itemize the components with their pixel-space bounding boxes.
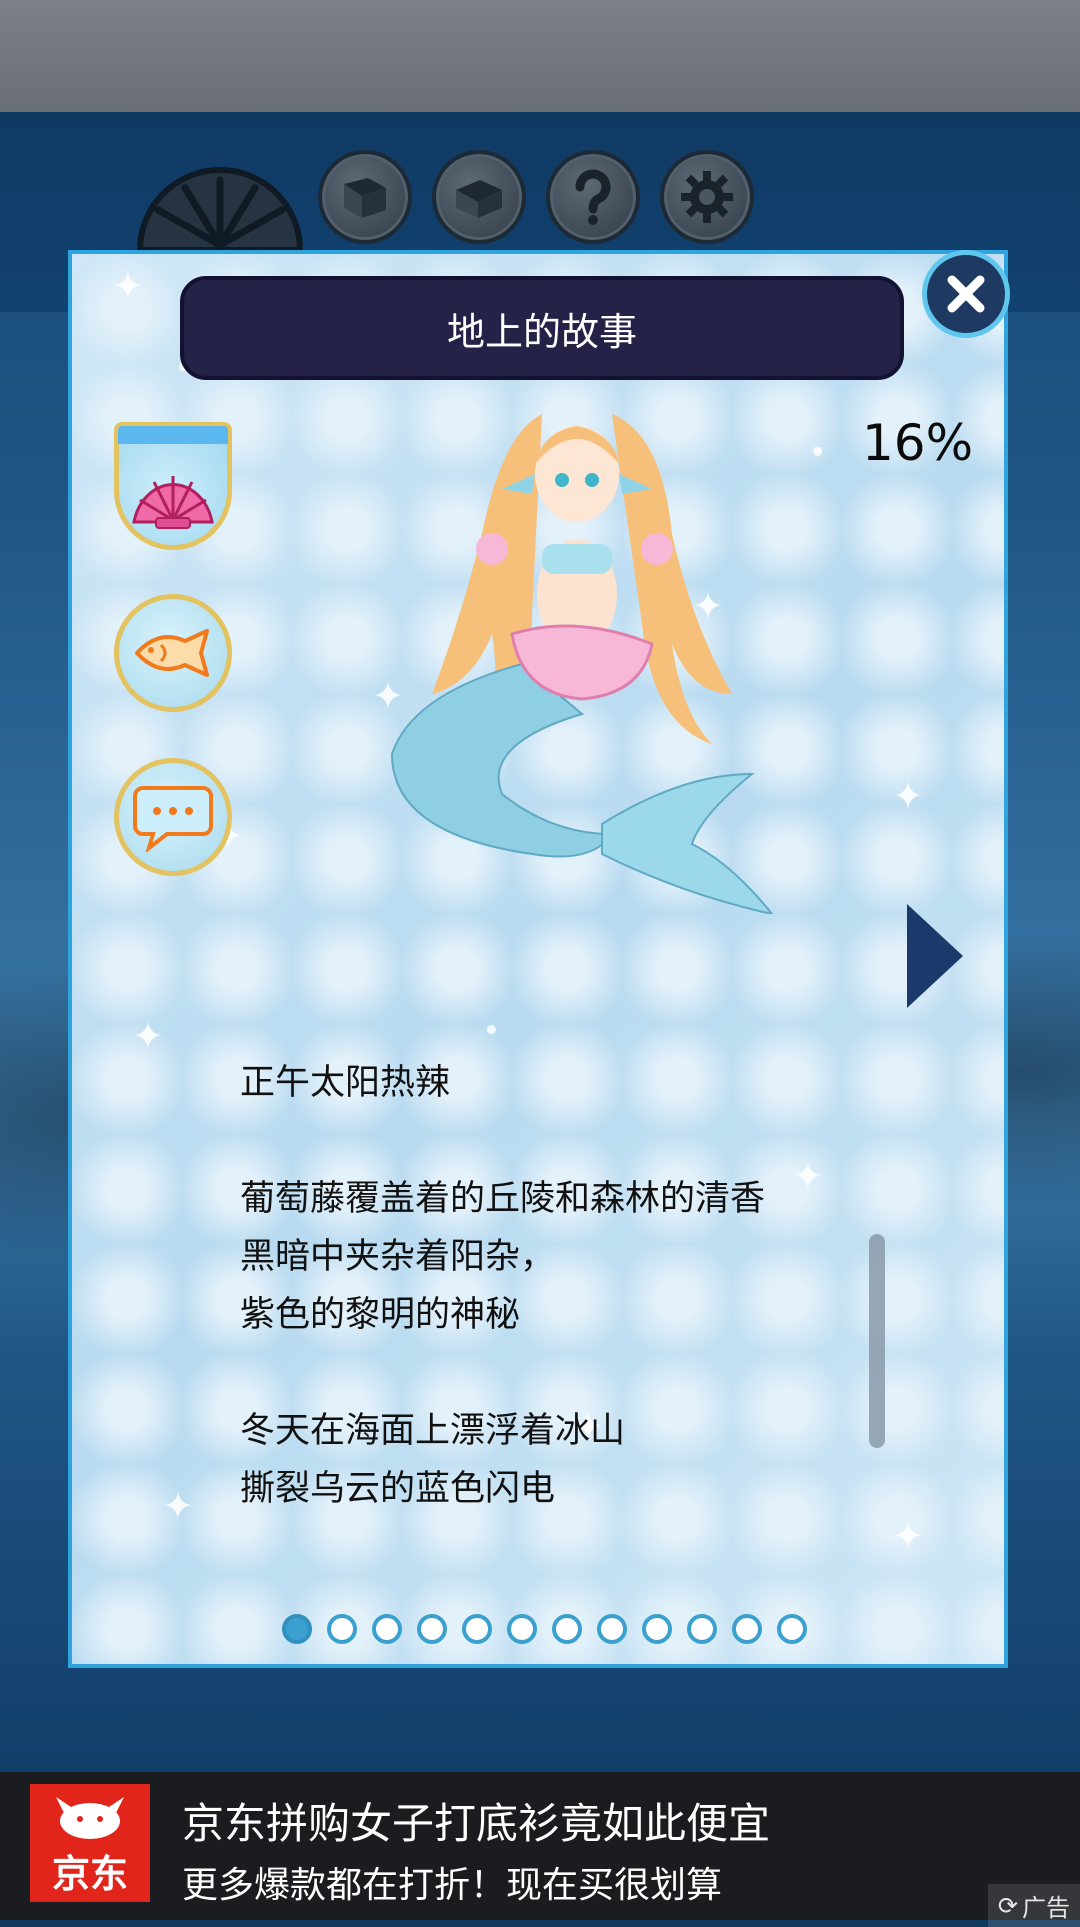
story-line: 葡萄藤覆盖着的丘陵和森林的清香 bbox=[240, 1179, 766, 1219]
page-indicator bbox=[282, 1614, 807, 1644]
chat-bubble-icon bbox=[133, 786, 213, 852]
page-dot[interactable] bbox=[282, 1614, 312, 1644]
tab-shell[interactable] bbox=[114, 444, 232, 550]
story-line: 冬天在海面上漂浮着冰山 bbox=[240, 1411, 626, 1451]
panel-title: 地上的故事 bbox=[180, 276, 904, 380]
page-dot[interactable] bbox=[417, 1614, 447, 1644]
question-icon[interactable] bbox=[546, 150, 640, 244]
shell-icon bbox=[132, 475, 214, 529]
story-line: 紫色的黎明的神秘 bbox=[240, 1295, 521, 1335]
jd-logo: 京东 bbox=[30, 1784, 150, 1902]
tab-fish[interactable] bbox=[114, 594, 232, 712]
page-dot[interactable] bbox=[642, 1614, 672, 1644]
ad-headline: 京东拼购女子打底衫竟如此便宜 bbox=[182, 1799, 771, 1848]
progress-percent: 16% bbox=[862, 414, 974, 472]
mermaid-character bbox=[390, 414, 774, 914]
story-line: 撕裂乌云的蓝色闪电 bbox=[240, 1469, 556, 1509]
open-book-icon[interactable] bbox=[432, 150, 526, 244]
shell-icon[interactable] bbox=[130, 150, 310, 250]
page-dot[interactable] bbox=[777, 1614, 807, 1644]
book-icon[interactable] bbox=[318, 150, 412, 244]
ad-tag-label: 广告 bbox=[1022, 1894, 1070, 1922]
page-dot[interactable] bbox=[462, 1614, 492, 1644]
story-line: 正午太阳热辣 bbox=[240, 1063, 451, 1103]
page-dot[interactable] bbox=[552, 1614, 582, 1644]
fish-icon bbox=[135, 629, 209, 677]
ad-tag: ⟳ 广告 bbox=[987, 1884, 1080, 1927]
page-dot[interactable] bbox=[687, 1614, 717, 1644]
close-button[interactable] bbox=[922, 250, 1010, 338]
ad-info-icon: ⟳ bbox=[997, 1891, 1018, 1920]
page-dot[interactable] bbox=[732, 1614, 762, 1644]
story-line: 黑暗中夹杂着阳杂， bbox=[240, 1237, 556, 1277]
ad-banner[interactable]: 京东 京东拼购女子打底衫竟如此便宜 更多爆款都在打折！现在买很划算 ⟳ 广告 bbox=[0, 1772, 1080, 1927]
ad-brand: 京东 bbox=[51, 1852, 128, 1896]
page-dot[interactable] bbox=[327, 1614, 357, 1644]
tab-chat[interactable] bbox=[114, 758, 232, 876]
next-page-arrow[interactable] bbox=[907, 904, 963, 1008]
story-panel: ✦ ✦ ✦ ✦ ✦ ✦ ✦ ✦ ✦ ✦ 地上的故事 16% bbox=[68, 250, 1008, 1668]
jd-dog-icon bbox=[56, 1797, 124, 1839]
top-background-strip bbox=[0, 0, 1080, 112]
page-dot[interactable] bbox=[597, 1614, 627, 1644]
text-scrollbar[interactable] bbox=[869, 1234, 885, 1448]
page-dot[interactable] bbox=[372, 1614, 402, 1644]
page-dot[interactable] bbox=[507, 1614, 537, 1644]
gear-icon[interactable] bbox=[660, 150, 754, 244]
close-icon bbox=[947, 275, 985, 313]
ad-subline: 更多爆款都在打折！现在买很划算 bbox=[182, 1865, 723, 1906]
story-text: 正午太阳热辣 葡萄藤覆盖着的丘陵和森林的清香 黑暗中夹杂着阳杂， 紫色的黎明的神… bbox=[240, 1054, 860, 1518]
